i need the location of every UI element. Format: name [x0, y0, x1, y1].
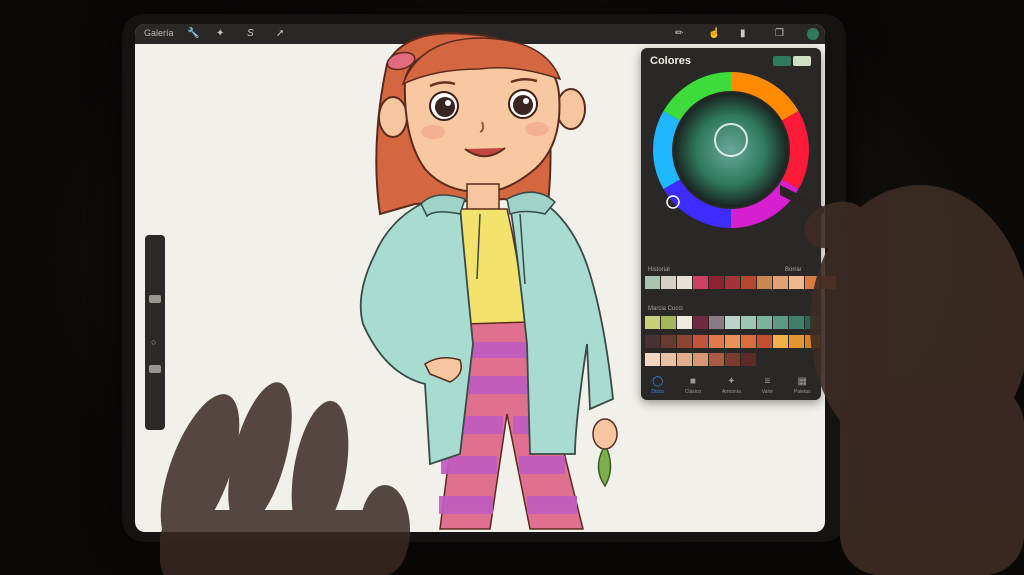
- tab-label: Armonía: [721, 388, 741, 395]
- color-swatch[interactable]: [677, 335, 692, 348]
- sliders-icon: ≡: [764, 375, 771, 387]
- color-swatch[interactable]: [661, 276, 676, 289]
- tab-label: Clásico: [684, 388, 702, 395]
- disc-icon: ◯: [652, 375, 664, 387]
- color-swatch[interactable]: [693, 316, 708, 329]
- brush-size-slider[interactable]: [149, 295, 161, 303]
- color-swatch[interactable]: [757, 316, 772, 329]
- color-swatch[interactable]: [677, 316, 692, 329]
- color-swatch[interactable]: [741, 316, 756, 329]
- history-label: Historial: [648, 267, 670, 273]
- color-swatch[interactable]: [725, 276, 740, 289]
- color-swatch[interactable]: [709, 335, 724, 348]
- color-swatch[interactable]: [693, 353, 708, 366]
- color-swatch[interactable]: [677, 276, 692, 289]
- tab-armonía[interactable]: ✦ Armonía: [722, 376, 741, 395]
- harmony-icon: ✦: [727, 375, 736, 387]
- color-swatch[interactable]: [645, 353, 660, 366]
- color-swatch[interactable]: [741, 335, 756, 348]
- color-swatch[interactable]: [661, 316, 676, 329]
- color-swatch[interactable]: [645, 276, 660, 289]
- square-icon: ■: [689, 375, 696, 387]
- panel-title: Colores: [650, 55, 691, 67]
- color-swatch[interactable]: [725, 316, 740, 329]
- color-swatch[interactable]: [661, 353, 676, 366]
- tab-valor[interactable]: ≡ Valor: [762, 376, 773, 395]
- color-swatch[interactable]: [741, 276, 756, 289]
- color-swatch[interactable]: [709, 276, 724, 289]
- tab-disco[interactable]: ◯ Disco: [651, 376, 664, 395]
- color-swatch[interactable]: [645, 335, 660, 348]
- tab-clásico[interactable]: ■ Clásico: [685, 376, 701, 395]
- color-swatch[interactable]: [741, 353, 756, 366]
- color-swatch[interactable]: [709, 316, 724, 329]
- color-swatch[interactable]: [725, 335, 740, 348]
- color-swatch[interactable]: [709, 353, 724, 366]
- left-hand: [160, 382, 410, 575]
- color-swatch[interactable]: [725, 353, 740, 366]
- current-color-swatch[interactable]: [773, 56, 791, 66]
- palette-row-3: [645, 353, 756, 366]
- color-swatch[interactable]: [661, 335, 676, 348]
- color-swatch[interactable]: [677, 353, 692, 366]
- color-swatch[interactable]: [693, 276, 708, 289]
- right-hand-with-pencil: [780, 185, 1024, 575]
- palette-name: Marcia Cucci: [648, 306, 683, 312]
- color-swatch[interactable]: [645, 316, 660, 329]
- color-swatch[interactable]: [757, 335, 772, 348]
- color-swatch[interactable]: [757, 276, 772, 289]
- secondary-color-swatch[interactable]: [793, 56, 811, 66]
- tab-label: Disco: [651, 388, 664, 395]
- color-swatch[interactable]: [693, 335, 708, 348]
- tab-label: Valor: [761, 388, 774, 395]
- modify-button-icon[interactable]: ○: [151, 337, 156, 347]
